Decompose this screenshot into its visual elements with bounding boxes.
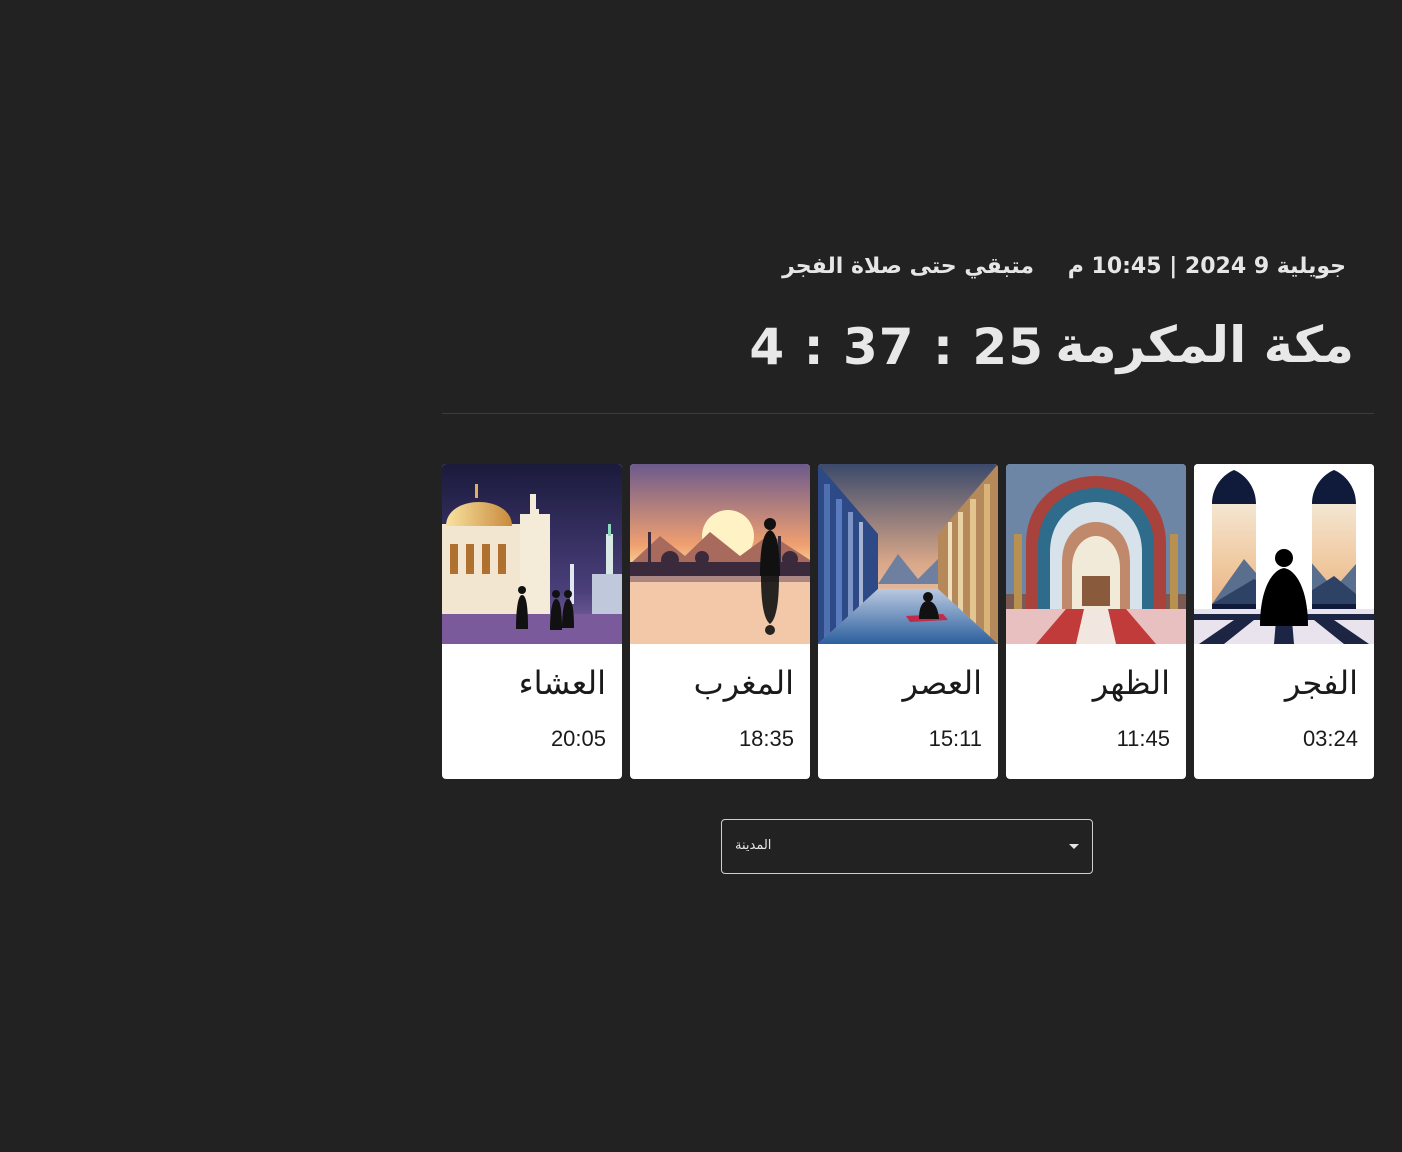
prayer-cards: الفجر 03:24 الظهر 11:45 العصر 15:11 المغ… [442,464,1374,779]
remaining-label: متبقي حتى صلاة الفجر [782,254,1034,279]
prayer-name: المغرب [693,664,794,702]
prayer-card-dhuhr[interactable]: الظهر 11:45 [1006,464,1186,779]
maghrib-image [630,464,810,644]
prayer-name: الظهر [1092,664,1170,702]
current-date-time: جويلية 9 2024 | 10:45 م [1067,254,1346,279]
prayer-name: الفجر [1284,664,1358,702]
prayer-name: العشاء [518,664,606,702]
prayer-time: 20:05 [550,726,606,751]
city-select-placeholder: المدينة [735,838,772,853]
prayer-name: العصر [902,664,982,702]
prayer-times-page: جويلية 9 2024 | 10:45 م متبقي حتى صلاة ا… [0,0,1402,1152]
dhuhr-image [1006,464,1186,644]
city-select[interactable]: المدينة [721,819,1093,874]
prayer-time: 15:11 [928,726,982,751]
header-divider [442,413,1374,414]
prayer-card-maghrib[interactable]: المغرب 18:35 [630,464,810,779]
fajr-image [1194,464,1374,644]
prayer-card-isha[interactable]: العشاء 20:05 [442,464,622,779]
chevron-down-icon[interactable] [1069,844,1079,849]
prayer-card-fajr[interactable]: الفجر 03:24 [1194,464,1374,779]
countdown-timer: 4 : 37 : 25 [749,318,1044,376]
prayer-card-asr[interactable]: العصر 15:11 [818,464,998,779]
asr-image [818,464,998,644]
prayer-time: 11:45 [1116,726,1170,751]
prayer-time: 18:35 [738,726,794,751]
isha-image [442,464,622,644]
city-title: مكة المكرمة [1055,316,1354,374]
prayer-time: 03:24 [1302,726,1358,751]
